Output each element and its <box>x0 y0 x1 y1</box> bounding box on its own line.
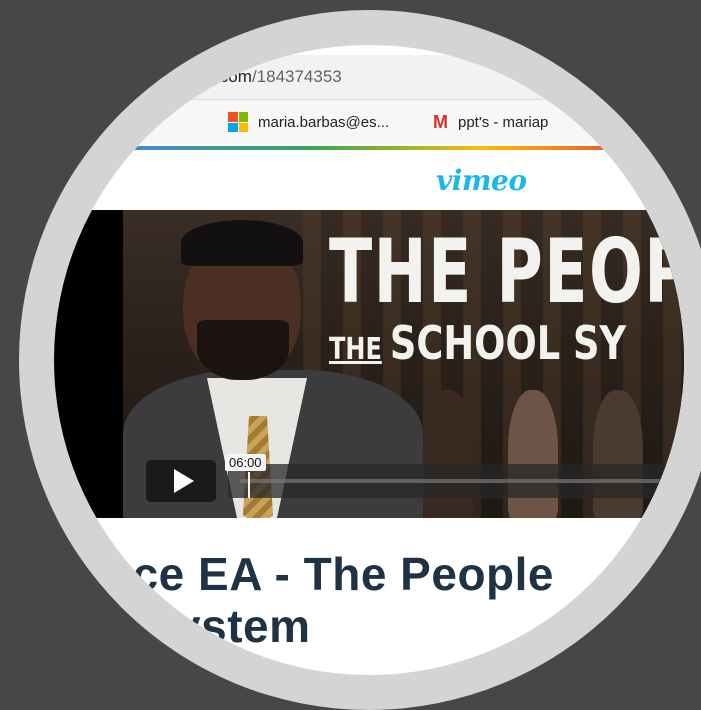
bookmarks-bar: oogle maria.barbas@es... M ppt's - maria… <box>54 100 684 144</box>
play-icon <box>173 469 194 493</box>
video-player[interactable]: THE PEOP THE SCHOOL SY 06:00 <box>54 210 684 518</box>
gmail-icon: M <box>433 112 448 132</box>
scrub-marker <box>248 472 250 498</box>
presenter-hair <box>181 220 303 266</box>
audience-person <box>508 390 558 518</box>
headline-the: THE <box>329 332 382 367</box>
microsoft-icon <box>228 112 248 132</box>
browser-screen: ıneo.com/184374353 oogle maria.barbas@es… <box>54 45 684 675</box>
bookmark-ms-label: maria.barbas@es... <box>258 113 390 131</box>
bookmark-gmail-label: ppt's - mariap <box>458 114 549 131</box>
vimeo-header: vimeo <box>54 150 684 210</box>
url-path: /184374353 <box>251 67 342 86</box>
video-headline-line1: THE PEOP <box>329 220 684 323</box>
bookmark-gmail[interactable]: M ppt's - mariap <box>433 112 548 133</box>
magnifier-lens: ıneo.com/184374353 oogle maria.barbas@es… <box>54 45 684 675</box>
bookmark-google[interactable]: oogle <box>120 112 157 129</box>
address-bar[interactable]: ıneo.com/184374353 <box>54 55 684 100</box>
presenter-beard <box>197 320 289 380</box>
time-tooltip: 06:00 <box>225 454 266 471</box>
headline-school: SCHOOL SY <box>389 316 627 370</box>
play-button[interactable] <box>146 460 216 502</box>
url-domain: ıneo.com <box>182 67 252 86</box>
video-page-title: nce EA - The People l System <box>104 548 555 652</box>
progress-bar[interactable] <box>228 464 684 498</box>
video-headline-line2: THE SCHOOL SY <box>329 316 626 370</box>
progress-line <box>240 479 684 483</box>
audience-person <box>423 390 473 518</box>
url-text[interactable]: ıneo.com/184374353 <box>182 67 342 87</box>
vimeo-logo[interactable]: vimeo <box>436 164 527 197</box>
bookmark-ms-account[interactable]: maria.barbas@es... <box>228 112 389 132</box>
bookmark-google-label: oogle <box>120 112 157 129</box>
audience-person <box>593 390 643 518</box>
